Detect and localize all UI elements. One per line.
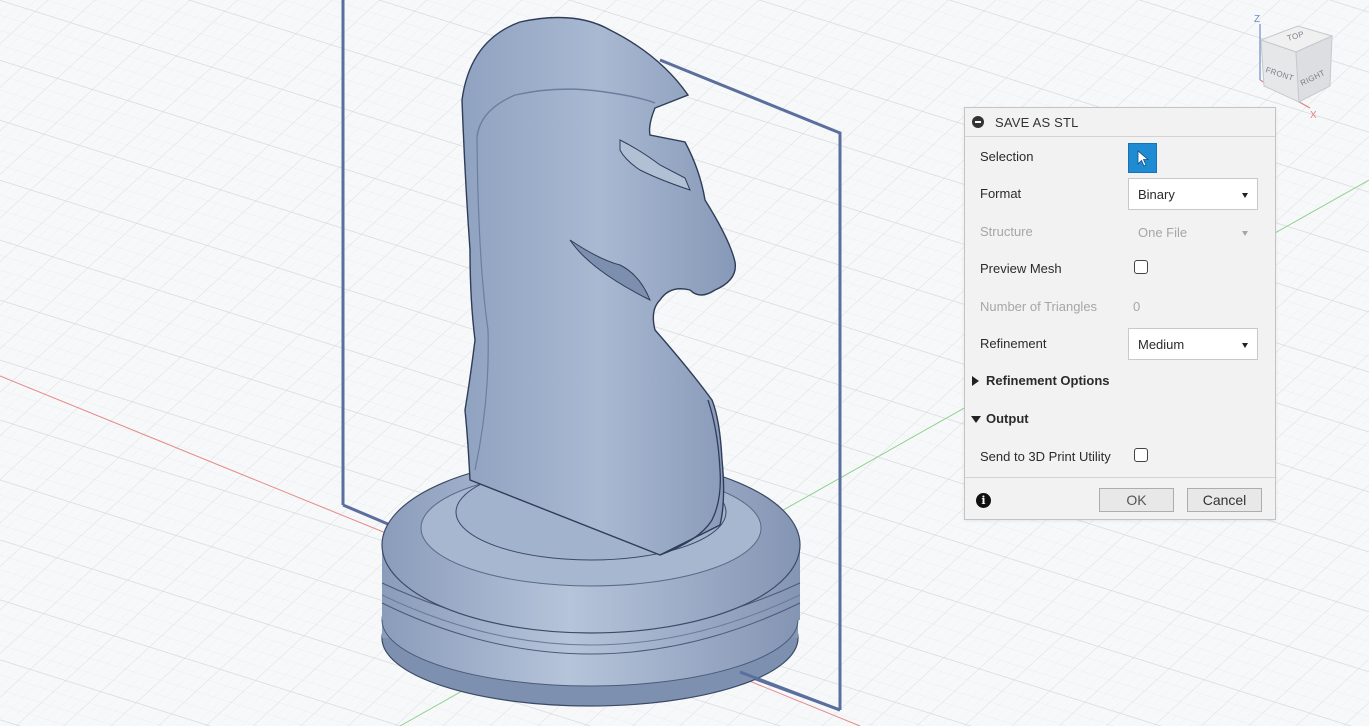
format-row: Format Binary xyxy=(965,178,1275,210)
structure-row: Structure One File xyxy=(965,216,1275,246)
send-to-print-label: Send to 3D Print Utility xyxy=(980,449,1111,464)
structure-dropdown: One File xyxy=(1128,216,1258,248)
dialog-footer: i OK Cancel xyxy=(965,477,1275,520)
structure-value: One File xyxy=(1138,225,1188,240)
refinement-options-label: Refinement Options xyxy=(986,373,1110,388)
dialog-title: SAVE AS STL xyxy=(995,115,1079,130)
caret-down-icon xyxy=(1242,231,1248,236)
caret-down-icon xyxy=(1242,193,1248,198)
format-value: Binary xyxy=(1138,187,1175,202)
cube-z-label: Z xyxy=(1254,14,1260,25)
save-as-stl-dialog: SAVE AS STL Selection Format Binary Stru… xyxy=(964,107,1276,520)
send-to-print-checkbox[interactable] xyxy=(1134,448,1148,462)
refinement-row: Refinement Medium xyxy=(965,328,1275,360)
cursor-arrow-icon xyxy=(1137,150,1149,167)
selection-button[interactable] xyxy=(1128,143,1157,173)
refinement-label: Refinement xyxy=(980,336,1047,351)
send-to-print-row: Send to 3D Print Utility xyxy=(965,441,1275,471)
number-of-triangles-row: Number of Triangles 0 xyxy=(965,291,1275,321)
expand-arrow-icon xyxy=(972,376,979,386)
cube-x-label: X xyxy=(1310,110,1317,120)
caret-down-icon xyxy=(1242,343,1248,348)
selection-label: Selection xyxy=(980,149,1034,164)
format-label: Format xyxy=(980,186,1022,201)
preview-mesh-label: Preview Mesh xyxy=(980,261,1062,276)
view-cube[interactable]: Z X TOP FRONT RIGHT xyxy=(1244,10,1344,121)
output-section[interactable]: Output xyxy=(965,406,1275,432)
info-icon[interactable]: i xyxy=(976,493,991,508)
ok-button[interactable]: OK xyxy=(1099,488,1174,512)
dialog-header: SAVE AS STL xyxy=(965,108,1275,137)
number-of-triangles-value: 0 xyxy=(1133,299,1141,314)
output-label: Output xyxy=(986,411,1029,426)
preview-mesh-row: Preview Mesh xyxy=(965,253,1275,283)
collapse-arrow-icon xyxy=(971,416,981,423)
collapse-icon[interactable] xyxy=(972,116,984,128)
refinement-value: Medium xyxy=(1138,337,1185,352)
preview-mesh-checkbox[interactable] xyxy=(1134,260,1148,274)
cancel-button[interactable]: Cancel xyxy=(1187,488,1262,512)
format-dropdown[interactable]: Binary xyxy=(1128,178,1258,210)
selection-row: Selection xyxy=(965,141,1275,173)
structure-label: Structure xyxy=(980,224,1033,239)
number-of-triangles-label: Number of Triangles xyxy=(980,299,1098,314)
refinement-dropdown[interactable]: Medium xyxy=(1128,328,1258,360)
refinement-options-section[interactable]: Refinement Options xyxy=(965,368,1275,394)
